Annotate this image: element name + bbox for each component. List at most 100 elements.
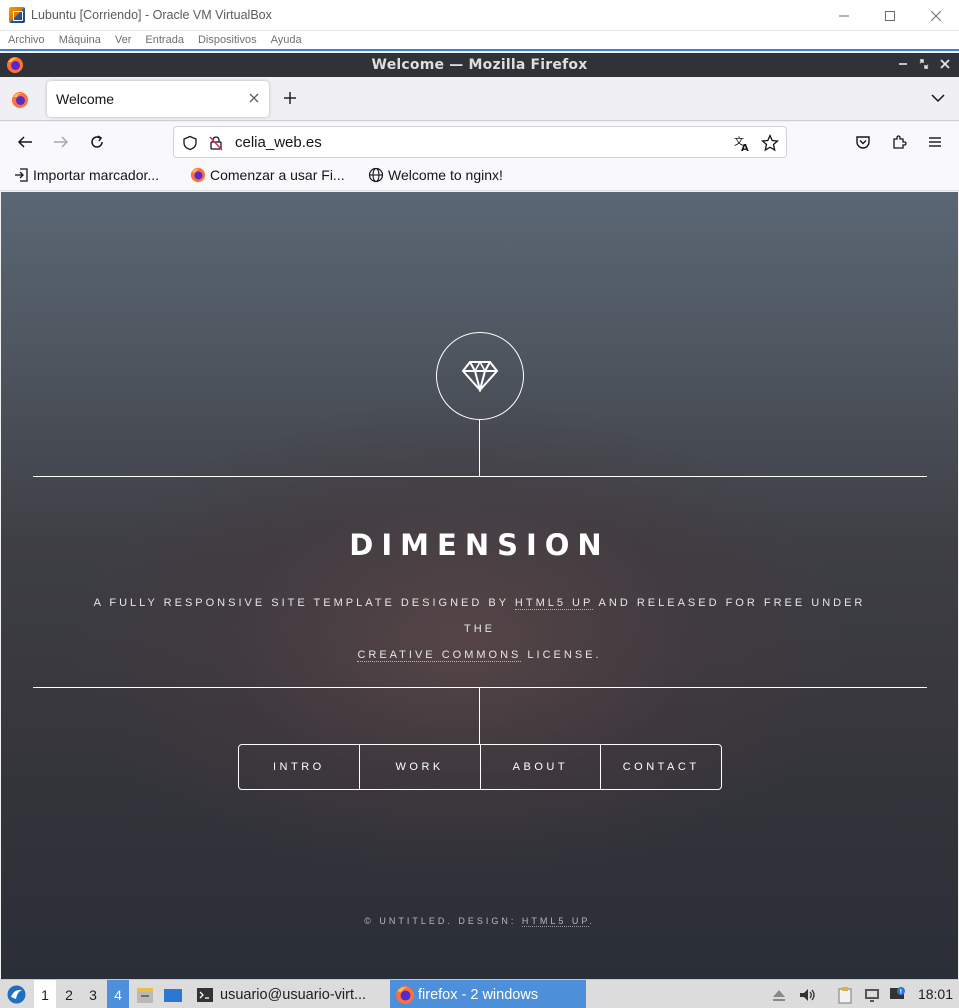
menu-maquina[interactable]: Máquina [59, 34, 101, 46]
workspace-1[interactable]: 1 [34, 980, 56, 1008]
main-nav: INTRO WORK ABOUT CONTACT [238, 744, 722, 790]
shield-icon[interactable] [180, 133, 200, 153]
divider-line [33, 476, 927, 477]
tab-close-icon[interactable] [248, 90, 260, 108]
globe-icon [368, 167, 384, 183]
bookmark-label: Importar marcador... [33, 167, 160, 183]
html5up-link[interactable]: HTML5 UP [514, 597, 594, 610]
plus-icon [284, 92, 296, 104]
close-button[interactable] [913, 0, 959, 31]
tab-welcome[interactable]: Welcome [47, 81, 269, 117]
lubuntu-menu-icon[interactable] [6, 984, 27, 1005]
footer-text: © UNTITLED. DESIGN: [364, 916, 522, 926]
vbox-window-title: Lubuntu [Corriendo] - Oracle VM VirtualB… [31, 8, 272, 22]
firefox-logo-icon [190, 167, 206, 183]
menu-archivo[interactable]: Archivo [8, 34, 45, 46]
task-terminal[interactable]: usuario@usuario-virt... [193, 980, 383, 1008]
task-label: usuario@usuario-virt... [220, 986, 367, 1003]
page-title: DIMENSION [349, 528, 610, 562]
workspace-4[interactable]: 4 [107, 980, 129, 1008]
extensions-button[interactable] [889, 132, 909, 152]
nav-about[interactable]: ABOUT [479, 745, 601, 789]
puzzle-icon [893, 135, 907, 149]
eject-icon[interactable] [769, 985, 789, 1005]
url-text[interactable]: celia_web.es [235, 134, 322, 151]
clipboard-icon[interactable] [835, 985, 855, 1005]
forward-button[interactable] [51, 132, 71, 152]
taskbar: 1 2 3 4 usuario@usuario-virt... firefox … [0, 979, 959, 1008]
svg-text:!: ! [900, 989, 903, 996]
vbox-titlebar: Lubuntu [Corriendo] - Oracle VM VirtualB… [0, 0, 959, 31]
divider-line [33, 687, 927, 688]
ff-close-button[interactable] [934, 58, 955, 72]
nav-contact[interactable]: CONTACT [600, 745, 721, 789]
workspace-3[interactable]: 3 [82, 980, 104, 1008]
minimize-icon [898, 63, 907, 65]
arrow-left-icon [17, 136, 32, 148]
file-manager-icon[interactable] [135, 985, 155, 1005]
network-icon[interactable] [862, 985, 882, 1005]
page-footer: © UNTITLED. DESIGN: HTML5 UP. [1, 916, 958, 927]
clock[interactable]: 18:01 [918, 986, 953, 1002]
firefox-view-icon[interactable] [11, 91, 29, 109]
reload-button[interactable] [87, 132, 107, 152]
footer-html5up-link[interactable]: HTML5 UP [521, 916, 590, 927]
bookmark-import[interactable]: Importar marcador... [13, 167, 159, 183]
firefox-titlebar: Welcome — Mozilla Firefox [0, 53, 959, 77]
minimize-icon [839, 15, 849, 16]
menu-ver[interactable]: Ver [115, 34, 132, 46]
back-button[interactable] [15, 132, 35, 152]
subtitle-text: A FULLY RESPONSIVE SITE TEMPLATE DESIGNE… [93, 597, 515, 609]
notification-icon[interactable]: ! [888, 985, 908, 1005]
bookmark-label: Welcome to nginx! [388, 167, 503, 183]
firefox-logo-icon [396, 985, 414, 1004]
arrow-right-icon [54, 136, 69, 148]
menu-entrada[interactable]: Entrada [145, 34, 184, 46]
firefox-window-title: Welcome — Mozilla Firefox [371, 57, 588, 73]
restore-icon [919, 59, 928, 69]
insecure-lock-icon[interactable] [206, 133, 226, 153]
diamond-icon [461, 361, 499, 392]
firefox-logo-icon [7, 57, 23, 73]
bookmark-star-icon[interactable] [760, 133, 780, 153]
page-subtitle: A FULLY RESPONSIVE SITE TEMPLATE DESIGNE… [81, 590, 878, 668]
nav-work[interactable]: WORK [358, 745, 480, 789]
show-desktop-icon[interactable] [163, 985, 183, 1005]
subtitle-text: LICENSE. [521, 649, 602, 661]
hamburger-menu-icon [929, 137, 941, 147]
ff-minimize-button[interactable] [892, 58, 913, 72]
virtualbox-icon [9, 7, 25, 23]
menu-ayuda[interactable]: Ayuda [271, 34, 302, 46]
pocket-button[interactable] [853, 132, 873, 152]
volume-icon[interactable] [797, 985, 817, 1005]
new-tab-button[interactable] [282, 87, 298, 111]
workspace-2[interactable]: 2 [58, 980, 80, 1008]
tab-label: Welcome [56, 91, 115, 107]
close-icon [930, 10, 942, 21]
ff-maximize-button[interactable] [913, 58, 934, 72]
divider-line [479, 420, 480, 476]
task-firefox[interactable]: firefox - 2 windows [390, 980, 586, 1008]
bookmark-getting-started[interactable]: Comenzar a usar Fi... [190, 167, 345, 183]
svg-text:A: A [741, 143, 749, 152]
divider-line [479, 687, 480, 744]
footer-end: . [589, 916, 595, 926]
maximize-button[interactable] [867, 0, 913, 31]
web-page: DIMENSION A FULLY RESPONSIVE SITE TEMPLA… [1, 192, 958, 979]
bookmarks-toolbar: Importar marcador... Comenzar a usar Fi.… [0, 162, 959, 191]
creative-commons-link[interactable]: CREATIVE COMMONS [357, 649, 522, 662]
minimize-button[interactable] [821, 0, 867, 31]
vbox-menubar: Archivo Máquina Ver Entrada Dispositivos… [0, 31, 959, 51]
menu-dispositivos[interactable]: Dispositivos [198, 34, 257, 46]
nav-bar: celia_web.es 文A [0, 122, 959, 162]
translate-icon[interactable]: 文A [732, 133, 752, 153]
chevron-down-icon[interactable] [929, 89, 947, 107]
maximize-icon [885, 10, 895, 21]
pocket-icon [856, 136, 870, 149]
tab-strip: Welcome [0, 77, 959, 121]
nav-intro[interactable]: INTRO [239, 745, 359, 789]
app-menu-button[interactable] [925, 132, 945, 152]
bookmark-label: Comenzar a usar Fi... [210, 167, 345, 183]
url-bar[interactable]: celia_web.es 文A [173, 126, 787, 158]
bookmark-nginx[interactable]: Welcome to nginx! [368, 167, 503, 183]
